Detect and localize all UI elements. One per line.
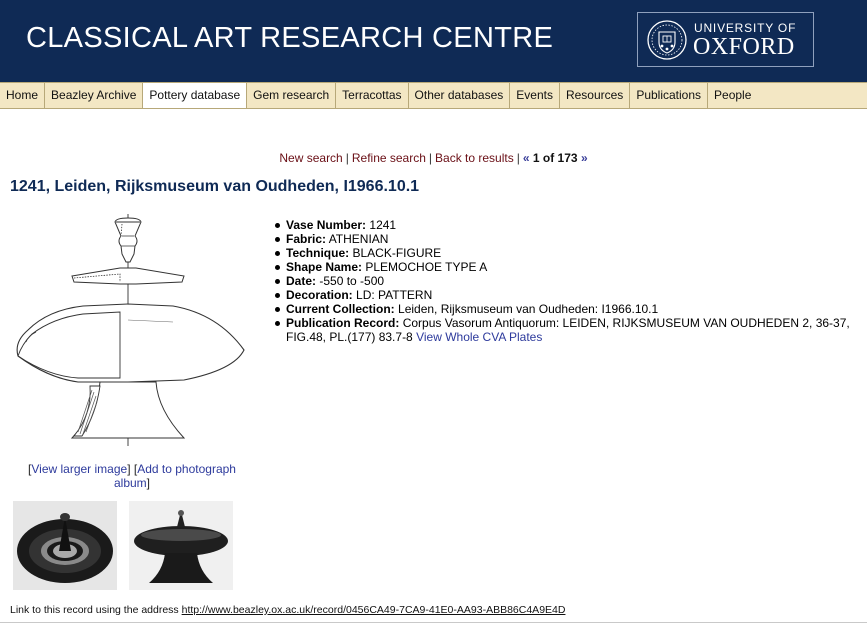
separator: | [428,151,433,165]
separator: | [516,151,520,165]
refine-search-link[interactable]: Refine search [352,151,426,165]
back-to-results-link[interactable]: Back to results [435,151,514,165]
image-links: [View larger image] [Add to photograph a… [28,462,236,490]
nav-item-gem-research[interactable]: Gem research [247,83,337,108]
vase-profile-drawing[interactable] [8,210,248,450]
nav-item-events[interactable]: Events [510,83,560,108]
oxford-crest-icon [647,20,687,60]
result-navigation: New search | Refine search | Back to results… [0,151,867,165]
oxford-text: OXFORD [693,34,795,60]
record-title: 1241, Leiden, Rijksmuseum van Oudheden, … [10,178,420,195]
main-nav: Home Beazley Archive Pottery database Ge… [0,82,867,109]
nav-item-resources[interactable]: Resources [560,83,631,108]
next-arrow[interactable]: » [581,151,588,165]
permalink-url[interactable]: http://www.beazley.ox.ac.uk/record/0456C… [182,604,566,616]
permalink-label: Link to this record using the address [10,604,179,616]
nav-item-beazley-archive[interactable]: Beazley Archive [45,83,144,108]
site-title[interactable]: CLASSICAL ART RESEARCH CENTRE [26,22,553,55]
nav-item-other-databases[interactable]: Other databases [409,83,511,108]
page: CLASSICAL ART RESEARCH CENTRE UNIVERSITY… [0,0,867,637]
vase-photo-side-view[interactable] [129,501,233,590]
nav-item-people[interactable]: People [708,83,757,108]
record-permalink: Link to this record using the address ht… [10,604,565,616]
add-to-album-link[interactable]: Add to photograph album [114,462,236,490]
separator: | [345,151,349,165]
new-search-link[interactable]: New search [279,151,342,165]
site-header: CLASSICAL ART RESEARCH CENTRE UNIVERSITY… [0,0,867,82]
detail-shape-name: Shape Name: PLEMOCHOE TYPE A [272,260,862,274]
nav-item-home[interactable]: Home [0,83,46,108]
nav-item-terracottas[interactable]: Terracottas [336,83,409,108]
record-details: Vase Number: 1241 Fabric: ATHENIAN Techn… [272,218,862,344]
view-cva-plates-link[interactable]: View Whole CVA Plates [416,330,542,344]
detail-date: Date: -550 to -500 [272,274,862,288]
nav-item-pottery-database[interactable]: Pottery database [143,83,248,108]
university-of-text: UNIVERSITY OF [694,21,797,35]
oxford-logo[interactable]: UNIVERSITY OF OXFORD [637,12,814,67]
detail-current-collection: Current Collection: Leiden, Rijksmuseum … [272,302,862,316]
detail-vase-number: Vase Number: 1241 [272,218,862,232]
result-counter: 1 of 173 [532,151,578,165]
vase-photo-top-view[interactable] [13,501,117,590]
view-larger-image-link[interactable]: View larger image [31,462,127,476]
detail-decoration: Decoration: LD: PATTERN [272,288,862,302]
detail-publication-record: Publication Record: Corpus Vasorum Antiq… [272,316,862,344]
divider [0,622,867,623]
detail-technique: Technique: BLACK-FIGURE [272,246,862,260]
nav-item-publications[interactable]: Publications [630,83,709,108]
previous-arrow[interactable]: « [523,151,530,165]
detail-fabric: Fabric: ATHENIAN [272,232,862,246]
